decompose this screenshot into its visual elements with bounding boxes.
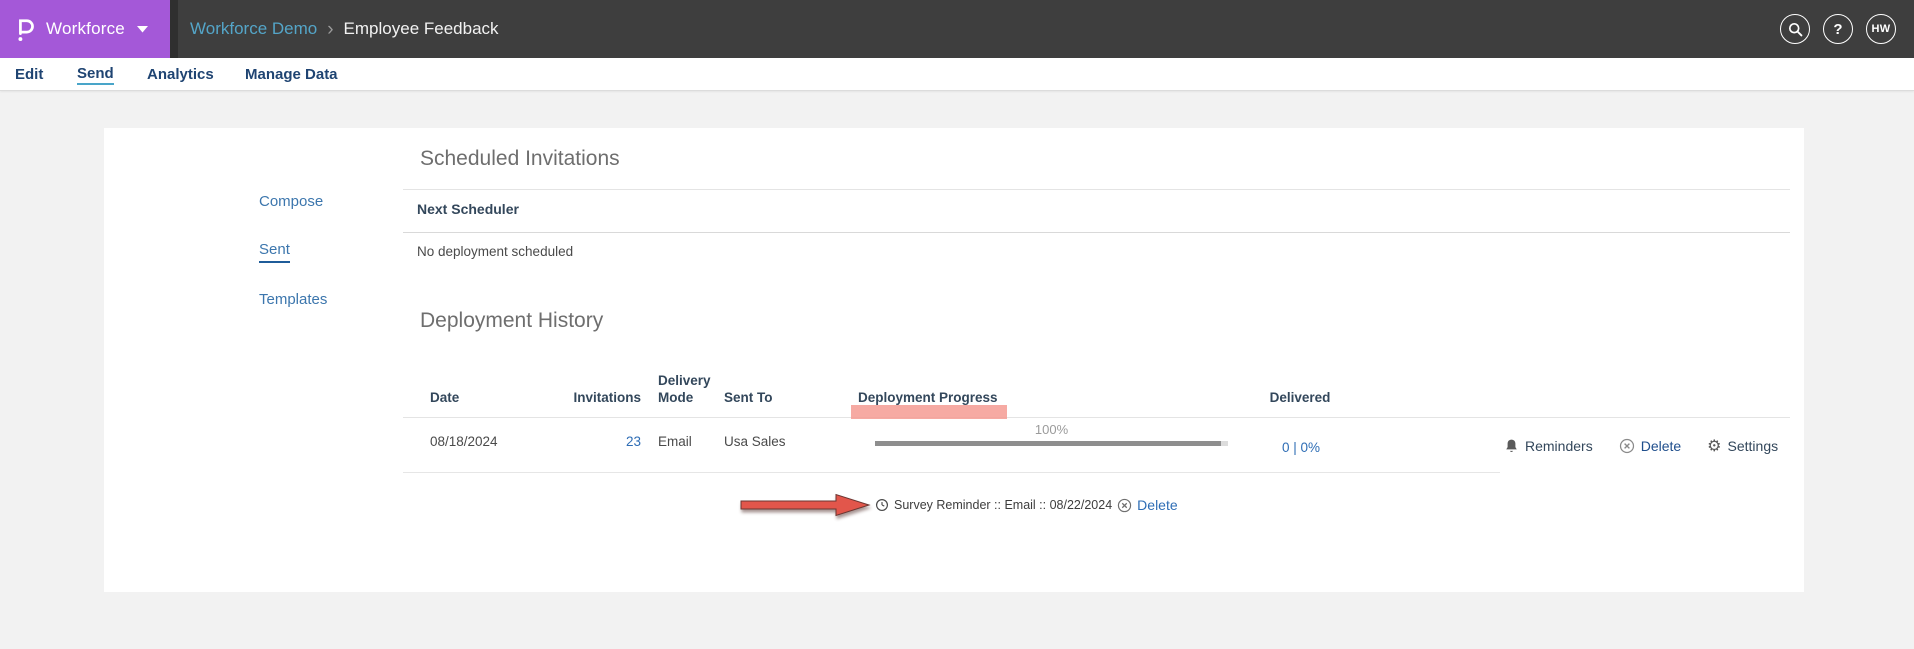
tab-send[interactable]: Send [77, 58, 114, 91]
scheduled-invitations-title: Scheduled Invitations [420, 147, 620, 171]
gear-icon: ⚙ [1707, 438, 1721, 454]
header-divider [170, 0, 178, 58]
header-actions: ? HW [1780, 0, 1896, 58]
project-tab-bar: Edit Send Analytics Manage Data [0, 58, 1914, 91]
search-button[interactable] [1780, 14, 1810, 44]
help-button[interactable]: ? [1823, 14, 1853, 44]
bell-icon [1504, 438, 1519, 454]
sidebar-item-templates[interactable]: Templates [259, 291, 327, 308]
tab-edit-label: Edit [15, 66, 43, 83]
reminder-info: Survey Reminder :: Email :: 08/22/2024 D… [875, 497, 1178, 513]
column-header-date: Date [430, 390, 459, 407]
row-invitations-link[interactable]: 23 [533, 434, 641, 449]
avatar-initials: HW [1872, 23, 1891, 35]
sidebar-sent-label: Sent [259, 241, 290, 263]
breadcrumb: Workforce Demo › Employee Feedback [190, 0, 499, 58]
breadcrumb-parent-link[interactable]: Workforce Demo [190, 19, 317, 39]
sidebar-item-compose[interactable]: Compose [259, 193, 323, 210]
history-table-header: Date Invitations Delivery Mode Sent To D… [403, 359, 1790, 418]
tab-manage-data-label: Manage Data [245, 66, 338, 83]
settings-button[interactable]: ⚙ Settings [1707, 438, 1778, 454]
next-scheduler-header: Next Scheduler [417, 201, 519, 217]
breadcrumb-current: Employee Feedback [344, 19, 499, 39]
divider [403, 189, 1790, 190]
divider [403, 232, 1790, 233]
row-actions: Reminders Delete ⚙ Settings [1504, 418, 1778, 473]
reminder-sub-row: Survey Reminder :: Email :: 08/22/2024 D… [739, 490, 1178, 520]
progress-fill [875, 441, 1221, 446]
column-header-delivery-mode: Delivery Mode [658, 373, 720, 407]
deployment-progress-bar: 100% [875, 422, 1228, 446]
settings-label: Settings [1728, 438, 1779, 454]
sidebar-compose-label: Compose [259, 193, 323, 210]
delete-deployment-button[interactable]: Delete [1619, 438, 1681, 454]
clock-icon [875, 498, 889, 512]
search-icon [1787, 21, 1804, 38]
no-deployment-message: No deployment scheduled [417, 244, 573, 259]
column-header-delivered: Delivered [1255, 390, 1345, 407]
breadcrumb-separator-icon: › [327, 20, 333, 39]
reminder-text: Survey Reminder :: Email :: 08/22/2024 [894, 498, 1112, 512]
red-arrow-annotation-icon [739, 492, 871, 518]
row-date: 08/18/2024 [430, 434, 498, 449]
column-header-invitations: Invitations [533, 390, 641, 407]
row-delivery-mode: Email [658, 434, 692, 449]
column-header-sent-to: Sent To [724, 390, 773, 407]
sidebar-item-sent[interactable]: Sent [259, 241, 290, 258]
row-delivered-link[interactable]: 0 | 0% [1256, 440, 1346, 455]
row-sent-to: Usa Sales [724, 434, 786, 449]
circle-x-icon [1619, 438, 1635, 454]
tab-edit[interactable]: Edit [15, 58, 43, 91]
sidebar-templates-label: Templates [259, 291, 327, 308]
tab-send-label: Send [77, 65, 114, 85]
circle-x-icon[interactable] [1117, 498, 1132, 513]
product-name: Workforce [46, 19, 125, 39]
send-panel-card: Compose Sent Templates Scheduled Invitat… [104, 128, 1804, 592]
chevron-down-icon [137, 26, 148, 33]
top-header-bar: Workforce Workforce Demo › Employee Feed… [0, 0, 1914, 58]
table-row: 08/18/2024 23 Email Usa Sales 100% 0 | 0… [403, 418, 1500, 473]
reminders-button[interactable]: Reminders [1504, 438, 1593, 454]
user-avatar[interactable]: HW [1866, 14, 1896, 44]
tab-analytics[interactable]: Analytics [147, 58, 214, 91]
reminders-label: Reminders [1525, 438, 1593, 454]
progress-percent-label: 100% [875, 422, 1228, 437]
help-icon: ? [1833, 21, 1842, 38]
progress-track [875, 441, 1228, 446]
tab-manage-data[interactable]: Manage Data [245, 58, 338, 91]
delete-label: Delete [1641, 438, 1681, 454]
app-logo-icon [14, 15, 36, 43]
highlight-annotation [851, 405, 1007, 419]
tab-analytics-label: Analytics [147, 66, 214, 83]
reminder-delete-link[interactable]: Delete [1137, 497, 1177, 513]
product-switcher-button[interactable]: Workforce [0, 0, 170, 58]
deployment-history-title: Deployment History [420, 309, 603, 333]
